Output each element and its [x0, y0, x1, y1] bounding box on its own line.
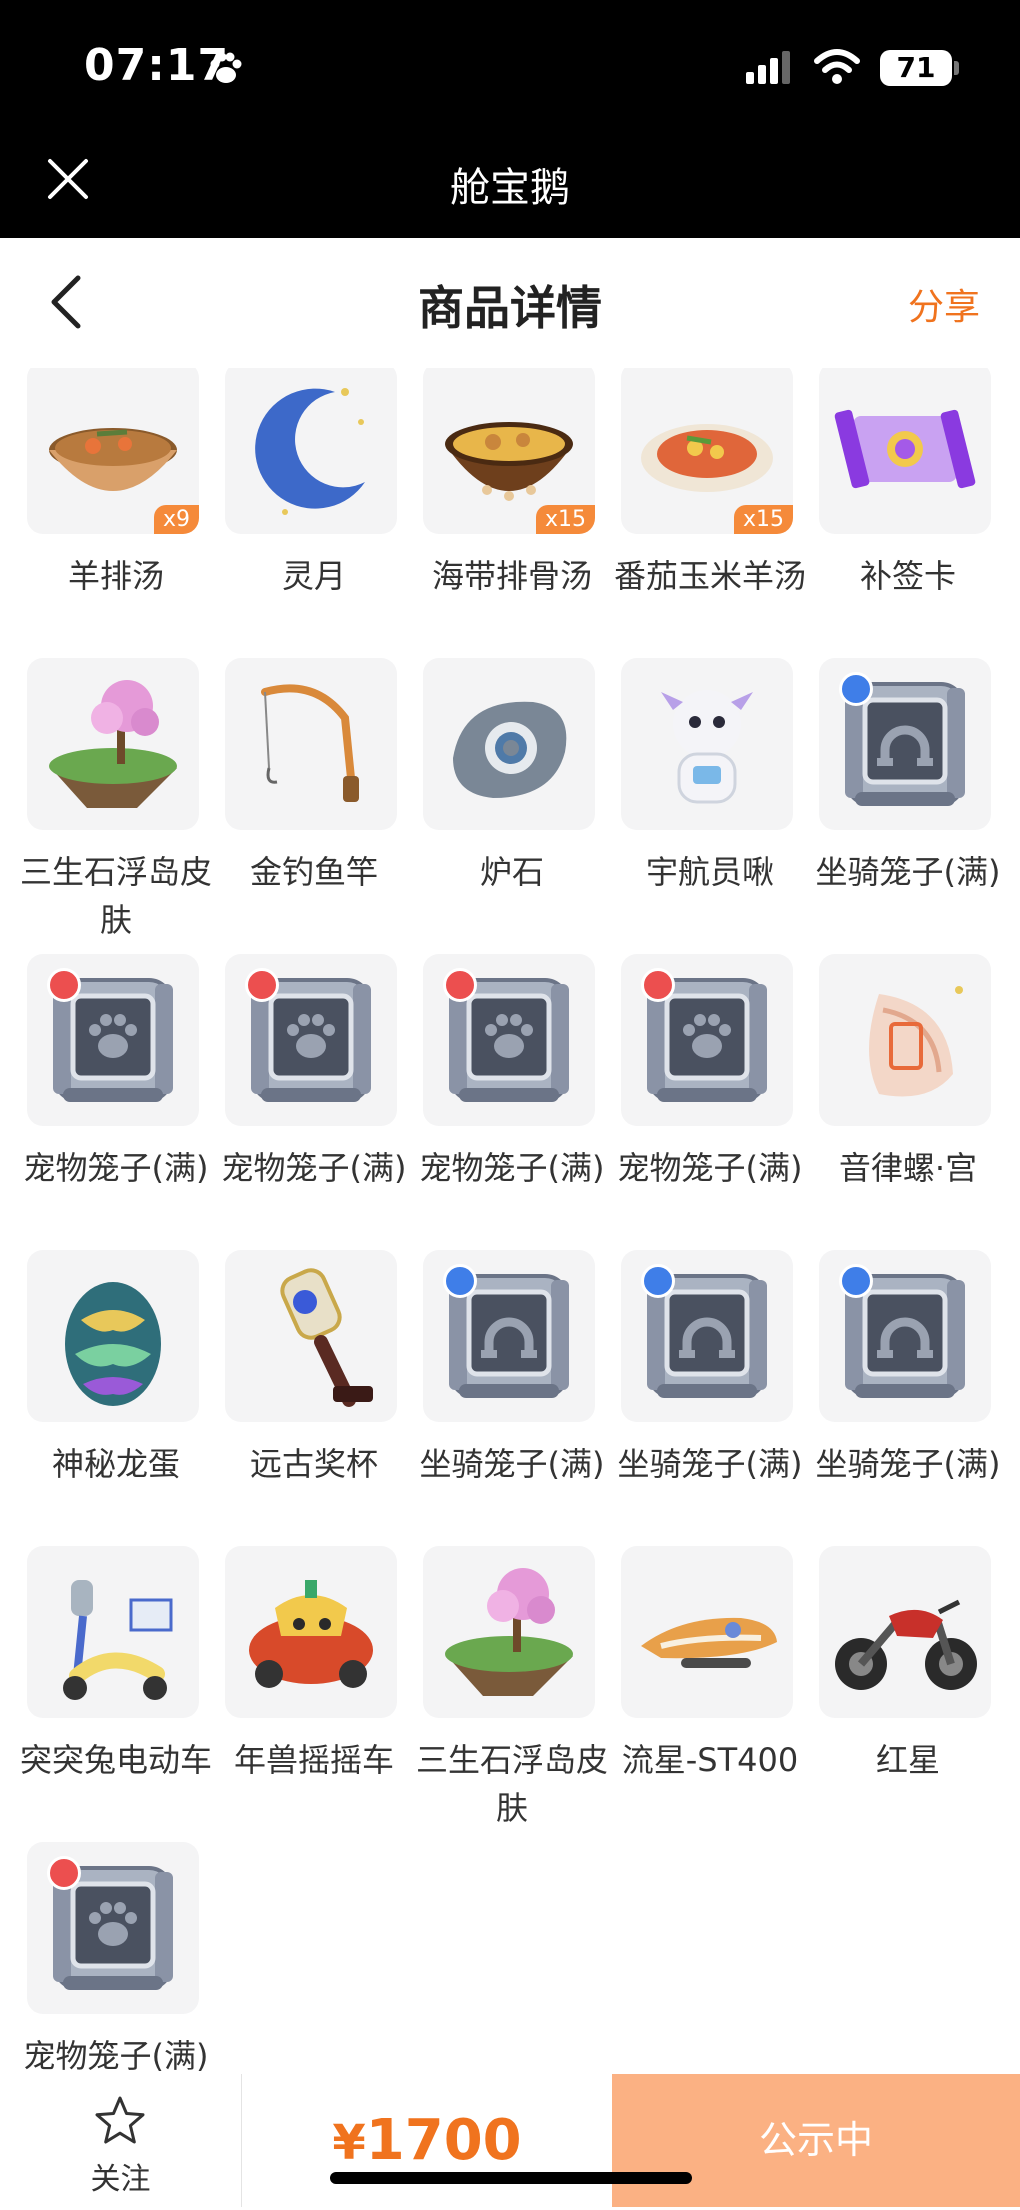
item-label: 三生石浮岛皮肤: [19, 853, 212, 939]
cellular-signal-icon: [746, 51, 790, 84]
mount-badge-icon: [839, 1264, 873, 1298]
motorcycle-icon: [835, 1599, 977, 1690]
status-bar: 07:17 71: [0, 0, 1020, 135]
item-label: 宠物笼子(满): [23, 1149, 209, 1187]
item-thumbnail: [225, 1546, 397, 1718]
item-label: 金钓鱼竿: [249, 853, 378, 891]
item-thumbnail: [819, 368, 991, 534]
item-label: 突突兔电动车: [19, 1741, 212, 1779]
item-label: 灵月: [281, 557, 346, 595]
bottom-bar: 关注 ¥1700 公示中: [0, 2074, 1020, 2207]
item-thumbnail: [423, 658, 595, 830]
item-label: 宠物笼子(满): [419, 1149, 605, 1187]
item-thumbnail: [225, 658, 397, 830]
item-thumbnail: [621, 954, 793, 1126]
quantity-badge: x15: [535, 505, 595, 534]
quantity-badge: x9: [153, 505, 199, 534]
item-label: 音律螺·宫: [838, 1149, 978, 1187]
pet-badge-icon: [443, 968, 477, 1002]
item-thumbnail: [819, 658, 991, 830]
nav-bar: 商品详情 分享: [0, 238, 1020, 368]
page-title: 商品详情: [418, 281, 602, 335]
quantity-badge: x15: [733, 505, 793, 534]
share-button[interactable]: 分享: [908, 278, 980, 330]
item-label: 宇航员啾: [645, 853, 774, 891]
ticket-card-icon: [834, 409, 976, 489]
star-icon: [95, 2096, 145, 2144]
follow-button[interactable]: 关注: [0, 2074, 242, 2207]
item-thumbnail: [225, 954, 397, 1126]
wifi-icon: [814, 49, 860, 84]
hoverbike-icon: [641, 1617, 777, 1668]
item-thumbnail: [423, 1546, 595, 1718]
item-label: 宠物笼子(满): [23, 2037, 209, 2074]
item-label: 远古奖杯: [249, 1445, 378, 1483]
price: ¥1700: [242, 2074, 612, 2207]
item-thumbnail: [27, 658, 199, 830]
item-label: 宠物笼子(满): [617, 1149, 803, 1187]
item-label: 神秘龙蛋: [51, 1445, 180, 1483]
item-thumbnail: [27, 1842, 199, 2014]
item-thumbnail: [819, 1250, 991, 1422]
scooter-icon: [63, 1580, 173, 1700]
item-label: 年兽摇摇车: [233, 1741, 394, 1779]
currency-symbol: ¥: [332, 2115, 366, 2171]
item-label: 番茄玉米羊汤: [613, 557, 806, 595]
pet-badge-icon: [641, 968, 675, 1002]
floating-island-icon: [445, 1568, 573, 1696]
item-label: 补签卡: [859, 557, 956, 595]
item-thumbnail: [225, 368, 397, 534]
item-thumbnail: [819, 954, 991, 1126]
home-indicator: [330, 2172, 692, 2184]
item-thumbnail: x15: [621, 368, 793, 534]
item-thumbnail: x9: [27, 368, 199, 534]
astronaut-pet-icon: [661, 690, 753, 804]
item-label: 坐骑笼子(满): [617, 1445, 803, 1483]
item-thumbnail: [621, 658, 793, 830]
pet-badge-icon: [245, 968, 279, 1002]
item-label: 坐骑笼子(满): [815, 1445, 1001, 1483]
pet-badge-icon: [47, 968, 81, 1002]
fishing-rod-icon: [261, 684, 359, 802]
item-label: 炉石: [479, 853, 544, 891]
trophy-icon: [280, 1268, 373, 1407]
app-header: 舱宝鹅: [0, 135, 1020, 238]
item-thumbnail: [423, 954, 595, 1126]
item-thumbnail: [621, 1250, 793, 1422]
item-label: 宠物笼子(满): [221, 1149, 407, 1187]
app-title: 舱宝鹅: [450, 165, 570, 211]
item-thumbnail: [27, 1250, 199, 1422]
beast-car-icon: [249, 1580, 373, 1688]
item-thumbnail: x15: [423, 368, 595, 534]
pet-badge-icon: [47, 1856, 81, 1890]
mount-badge-icon: [641, 1264, 675, 1298]
item-thumbnail: [225, 1250, 397, 1422]
item-label: 三生石浮岛皮肤: [415, 1741, 608, 1827]
paw-icon: [210, 52, 242, 83]
item-thumbnail: [621, 1546, 793, 1718]
status-button[interactable]: 公示中: [612, 2074, 1020, 2207]
battery-indicator: 71: [880, 50, 952, 86]
item-thumbnail: [27, 1546, 199, 1718]
hearthstone-icon: [453, 701, 567, 798]
follow-label: 关注: [90, 2162, 151, 2197]
item-label: 坐骑笼子(满): [815, 853, 1001, 891]
dragon-egg-icon: [65, 1282, 161, 1406]
item-grid: x9 羊排汤 灵月 x15 海带排骨汤 x15 番茄玉米羊汤 补签卡 三生石浮岛皮肤 金钓鱼竿 炉石…: [0, 368, 1020, 2074]
crescent-moon-icon: [255, 388, 365, 515]
item-label: 海带排骨汤: [431, 557, 592, 595]
price-value: 1700: [365, 2108, 522, 2173]
item-label: 红星: [875, 1741, 940, 1779]
mount-badge-icon: [443, 1264, 477, 1298]
item-label: 羊排汤: [67, 557, 164, 595]
conch-shell-icon: [869, 986, 963, 1097]
item-thumbnail: [423, 1250, 595, 1422]
item-label: 坐骑笼子(满): [419, 1445, 605, 1483]
item-thumbnail: [27, 954, 199, 1126]
item-label: 流星-ST400: [621, 1741, 799, 1779]
item-thumbnail: [819, 1546, 991, 1718]
mount-badge-icon: [839, 672, 873, 706]
floating-island-icon: [49, 680, 177, 808]
battery-nub: [954, 61, 959, 75]
